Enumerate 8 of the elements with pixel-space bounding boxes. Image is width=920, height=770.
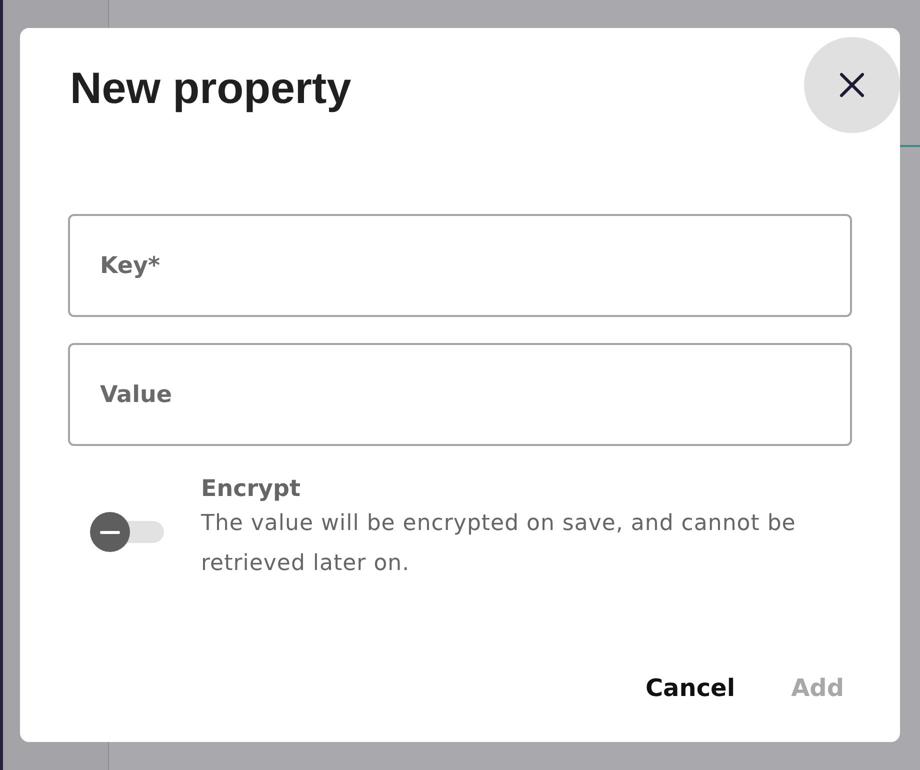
close-icon bbox=[838, 71, 866, 99]
encrypt-label: Encrypt bbox=[201, 475, 302, 504]
input-field[interactable]: Value bbox=[68, 343, 852, 446]
input-field[interactable]: Key* bbox=[68, 214, 852, 317]
dialog-title: New property bbox=[70, 64, 352, 114]
encrypt-toggle[interactable] bbox=[90, 512, 164, 552]
encrypt-description: The value will be encrypted on save, and cannot be retrieved later on. bbox=[201, 510, 797, 578]
dialog-button[interactable]: Cancel bbox=[637, 666, 744, 710]
